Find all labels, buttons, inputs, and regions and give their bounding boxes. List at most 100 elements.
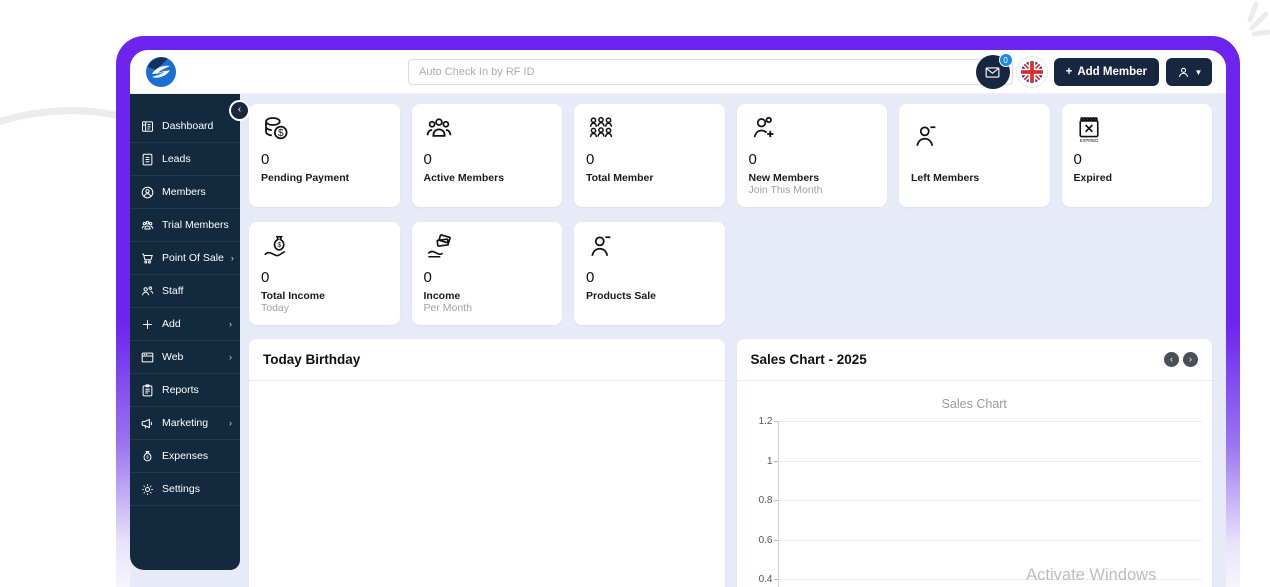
app-logo[interactable] <box>146 57 176 87</box>
stat-value: 0 <box>586 151 595 168</box>
megaphone-icon <box>140 416 155 431</box>
chart-prev-button[interactable]: ‹ <box>1164 352 1179 367</box>
chevron-down-icon: ▼ <box>1194 67 1203 77</box>
chart-title: Sales Chart <box>941 397 1007 411</box>
gridline <box>777 421 1202 422</box>
stat-label: Products Sale <box>586 290 657 302</box>
sales-chart-panel: Sales Chart - 2025 ‹ › Sales Chart 1.2 1… <box>736 339 1213 587</box>
reports-icon <box>140 383 155 398</box>
sidebar-item-staff[interactable]: Staff <box>130 275 240 308</box>
stat-card-expired: 0 Expired <box>1061 104 1212 207</box>
sidebar-item-trial-members[interactable]: Trial Members <box>130 209 240 242</box>
calendar-expired-icon <box>1074 114 1104 144</box>
sidebar-item-settings[interactable]: Settings <box>130 473 240 506</box>
sidebar-item-web[interactable]: Web › <box>130 341 240 374</box>
stat-label: Left Members <box>911 172 980 184</box>
sales-panel-header: Sales Chart - 2025 ‹ › <box>736 339 1212 381</box>
stat-label: Income <box>423 290 461 302</box>
screenshot-stage: 0 + Add <box>0 0 1270 587</box>
search-input[interactable] <box>408 59 1013 85</box>
app-window: 0 + Add <box>130 50 1226 587</box>
header-actions: 0 + Add Member ▼ <box>975 53 1212 89</box>
stat-card-left-members: Left Members <box>899 104 1050 207</box>
stat-label: Expired <box>1073 172 1113 184</box>
stat-value: 0 <box>586 269 595 286</box>
stat-label: New Members <box>748 172 820 184</box>
sidebar: Dashboard Leads Members Trial Members Po… <box>130 94 240 570</box>
gridline <box>777 500 1202 501</box>
y-tick-label: 1 <box>766 455 773 467</box>
leads-icon <box>140 152 155 167</box>
stat-value: 0 <box>261 151 270 168</box>
stat-label: Active Members <box>423 172 505 184</box>
today-birthday-panel: Today Birthday <box>249 339 725 587</box>
sidebar-item-marketing[interactable]: Marketing › <box>130 407 240 440</box>
crowd-icon <box>586 114 616 144</box>
chart-y-axis <box>777 421 779 587</box>
stat-value: 0 <box>748 151 757 168</box>
stat-card-new-members: 0 New Members Join This Month <box>736 104 887 207</box>
y-tick-label: 0.6 <box>758 534 773 546</box>
app-header: 0 + Add <box>130 50 1226 94</box>
sidebar-collapse-button[interactable]: ‹ <box>231 102 248 119</box>
moneybag-hand-icon <box>261 232 291 262</box>
sidebar-item-members[interactable]: Members <box>130 176 240 209</box>
gear-icon <box>140 482 155 497</box>
cash-hand-icon <box>424 232 454 262</box>
stat-label: Total Member <box>586 172 654 184</box>
stat-value: 0 <box>261 269 270 286</box>
chevron-right-icon: › <box>229 352 232 362</box>
stat-card-pending-payment: 0 Pending Payment <box>249 104 400 207</box>
stat-label: Total Income <box>261 290 325 302</box>
stat-card-income-per-month: 0 Income Per Month <box>411 222 562 325</box>
chart-plot: 1.2 1 0.8 0.6 0.4 <box>751 416 1202 587</box>
coins-dollar-icon <box>261 114 291 144</box>
stat-cards-grid: 0 Pending Payment 0 Active Members 0 Tot… <box>249 104 1212 325</box>
web-icon <box>140 350 155 365</box>
sales-chart: Sales Chart 1.2 1 0.8 0.6 0.4 Activate W… <box>737 381 1213 587</box>
sidebar-item-expenses[interactable]: Expenses <box>130 440 240 473</box>
person-minus-icon <box>586 232 616 262</box>
sidebar-item-dashboard[interactable]: Dashboard <box>130 110 240 143</box>
bottom-panels: Today Birthday Sales Chart - 2025 ‹ › Sa… <box>249 339 1212 587</box>
profile-menu-button[interactable]: ▼ <box>1166 58 1212 86</box>
stat-card-total-member: 0 Total Member <box>574 104 725 207</box>
panel-title: Today Birthday <box>263 352 361 367</box>
main-content: 0 Pending Payment 0 Active Members 0 Tot… <box>240 94 1226 587</box>
sidebar-item-reports[interactable]: Reports <box>130 374 240 407</box>
stat-card-total-income: 0 Total Income Today <box>249 222 400 325</box>
sidebar-item-point-of-sale[interactable]: Point Of Sale › <box>130 242 240 275</box>
chevron-right-icon: › <box>229 319 232 329</box>
y-tick-label: 0.4 <box>758 574 773 585</box>
sidebar-item-leads[interactable]: Leads <box>130 143 240 176</box>
chart-nav: ‹ › <box>1164 352 1198 367</box>
stat-sublabel: Today <box>261 302 290 314</box>
stat-sublabel: Join This Month <box>748 184 823 196</box>
plus-icon <box>140 317 155 332</box>
rf-search <box>408 59 1013 85</box>
y-tick-label: 1.2 <box>758 416 773 427</box>
activate-windows-watermark: Activate Windows Go to Settings to activ… <box>1026 566 1157 584</box>
group-icon <box>424 114 454 144</box>
uk-flag-icon <box>1020 61 1043 83</box>
person-minus-icon <box>911 122 941 152</box>
stat-card-products-sale: 0 Products Sale <box>574 222 725 325</box>
sparkle-doodle <box>1247 1 1270 37</box>
stat-value: 0 <box>1073 151 1082 168</box>
chevron-right-icon: › <box>229 418 232 428</box>
mail-button[interactable]: 0 <box>975 53 1013 89</box>
mail-badge: 0 <box>998 53 1013 67</box>
sidebar-item-add[interactable]: Add › <box>130 308 240 341</box>
stat-sublabel: Per Month <box>423 302 472 314</box>
dashboard-icon <box>140 119 155 134</box>
stat-card-active-members: 0 Active Members <box>411 104 562 207</box>
add-member-button[interactable]: + Add Member <box>1053 58 1159 86</box>
stat-value: 0 <box>423 269 432 286</box>
language-flag-button[interactable] <box>1016 57 1047 87</box>
staff-icon <box>140 284 155 299</box>
gridline <box>777 460 1202 462</box>
person-icon <box>1176 65 1191 80</box>
chart-next-button[interactable]: › <box>1183 352 1198 367</box>
y-tick-label: 0.8 <box>758 495 773 506</box>
birthday-panel-header: Today Birthday <box>249 339 725 381</box>
